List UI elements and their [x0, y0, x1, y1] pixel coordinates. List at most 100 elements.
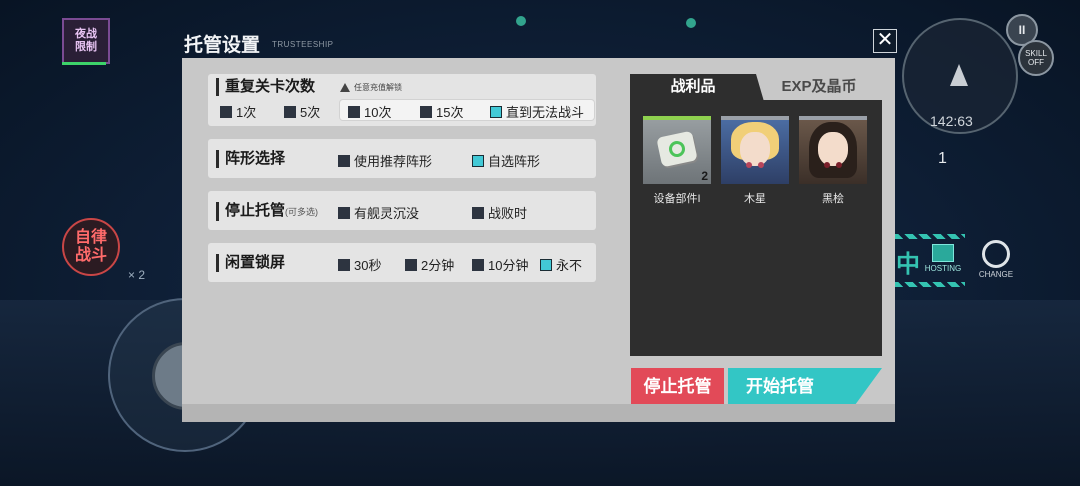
night-battle-badge[interactable]: 夜战 限制 — [62, 18, 110, 64]
change-button[interactable]: CHANGE — [976, 240, 1016, 279]
idle-option-30s[interactable]: 30秒 — [338, 255, 381, 274]
repeat-option-15[interactable]: 15次 — [420, 102, 463, 121]
repeat-option-1[interactable]: 1次 — [220, 102, 256, 121]
checkbox[interactable] — [405, 258, 417, 271]
trusteeship-panel: 重复关卡次数 任意充值解锁 1次 5次 10次 15次 直到无法战斗 阵形选择 … — [182, 58, 895, 422]
option-label: 使用推荐阵形 — [354, 154, 433, 169]
recharge-warning: 任意充值解锁 — [340, 82, 402, 93]
equipment-part-icon — [656, 130, 698, 168]
enemy-marker — [516, 16, 526, 26]
checkbox[interactable] — [472, 258, 484, 271]
hosting-label: HOSTING — [924, 264, 962, 273]
item-name: 木星 — [744, 193, 766, 205]
checkbox[interactable] — [220, 105, 232, 118]
checkbox[interactable] — [338, 206, 350, 219]
idle-option-2min[interactable]: 2分钟 — [405, 255, 454, 274]
idle-lock-section: 闲置锁屏 30秒 2分钟 10分钟 永不 — [208, 243, 596, 282]
repeat-option-until-fail[interactable]: 直到无法战斗 — [490, 102, 584, 121]
tab-loot[interactable]: 战利品 — [630, 74, 756, 100]
idle-lock-title: 闲置锁屏 — [216, 254, 285, 272]
kill-count: 1 — [938, 150, 947, 167]
refresh-icon — [982, 240, 1010, 268]
repeat-option-5[interactable]: 5次 — [284, 102, 320, 121]
checkbox[interactable] — [420, 105, 432, 118]
item-frame — [721, 116, 789, 184]
option-label: 有舰灵沉没 — [354, 206, 420, 221]
formation-title: 阵形选择 — [216, 150, 285, 168]
player-arrow-icon — [950, 64, 968, 86]
close-icon: ✕ — [876, 29, 894, 51]
battle-timer: 142:63 — [930, 113, 973, 129]
idle-option-10min[interactable]: 10分钟 — [472, 255, 528, 274]
skill-toggle-label: SKILL OFF — [1025, 49, 1047, 67]
checkbox[interactable] — [284, 105, 296, 118]
night-battle-label: 夜战 限制 — [75, 28, 97, 53]
repeat-option-10[interactable]: 10次 — [348, 102, 391, 121]
auto-battle-button[interactable]: 自律 战斗 — [62, 218, 120, 276]
option-label: 战败时 — [488, 206, 528, 221]
loot-item[interactable]: 2 设备部件I — [643, 116, 711, 206]
hud-stripe — [895, 282, 965, 287]
checkbox[interactable] — [540, 258, 552, 271]
hosting-status-text: 中 — [896, 251, 920, 278]
modal-title: 托管设置 — [184, 35, 261, 56]
multi-select-note: (可多选) — [285, 207, 319, 217]
option-label: 5次 — [300, 105, 321, 120]
character-face — [818, 132, 848, 168]
enemy-marker — [686, 18, 696, 28]
hud-stripe — [895, 234, 965, 239]
option-label: 永不 — [556, 258, 583, 273]
formation-section: 阵形选择 使用推荐阵形 自选阵形 — [208, 139, 596, 178]
stop-trusteeship-button[interactable]: 停止托管 — [631, 368, 724, 406]
option-label: 10次 — [364, 105, 392, 120]
panel-footer — [182, 404, 895, 422]
repeat-count-section: 重复关卡次数 任意充值解锁 1次 5次 10次 15次 直到无法战斗 — [208, 74, 596, 126]
stop-option-ship-sunk[interactable]: 有舰灵沉没 — [338, 203, 419, 222]
formation-option-custom[interactable]: 自选阵形 — [472, 151, 540, 170]
option-label: 直到无法战斗 — [506, 105, 585, 120]
loot-item[interactable]: 木星 — [721, 116, 789, 206]
option-label: 10分钟 — [488, 258, 529, 273]
rarity-bar — [721, 116, 789, 120]
item-count: 2 — [701, 169, 708, 183]
loot-item[interactable]: 黑桧 — [799, 116, 867, 206]
option-label: 30秒 — [354, 258, 382, 273]
idle-option-never[interactable]: 永不 — [540, 255, 582, 274]
loot-panel: 战利品 EXP及晶币 2 设备部件I 木星 黑桧 — [630, 74, 882, 356]
checkbox[interactable] — [338, 258, 350, 271]
option-label: 15次 — [436, 105, 464, 120]
item-name: 设备部件I — [653, 193, 701, 205]
change-label: CHANGE — [978, 270, 1014, 279]
pause-icon: II — [1018, 23, 1026, 37]
checkbox[interactable] — [490, 105, 502, 118]
repeat-count-title: 重复关卡次数 — [216, 78, 315, 96]
option-label: 1次 — [236, 105, 257, 120]
night-battle-bar — [62, 62, 106, 65]
checkbox[interactable] — [338, 154, 350, 167]
stop-condition-title-text: 停止托管 — [225, 202, 286, 219]
hosting-indicator[interactable]: HOSTING — [922, 244, 964, 276]
stop-condition-title: 停止托管(可多选) — [216, 202, 318, 221]
checkbox[interactable] — [472, 206, 484, 219]
skill-toggle-button[interactable]: SKILL OFF — [1018, 40, 1054, 76]
hosting-icon — [932, 244, 954, 262]
option-label: 2分钟 — [421, 258, 455, 273]
stop-option-defeat[interactable]: 战败时 — [472, 203, 527, 222]
recharge-warning-text: 任意充值解锁 — [354, 83, 402, 92]
start-trusteeship-button[interactable]: 开始托管 — [728, 368, 882, 406]
formation-option-recommended[interactable]: 使用推荐阵形 — [338, 151, 432, 170]
character-face — [740, 132, 770, 168]
checkbox[interactable] — [472, 154, 484, 167]
item-name: 黑桧 — [822, 193, 844, 205]
warning-icon — [340, 83, 350, 92]
modal-subtitle: TRUSTEESHIP — [272, 40, 334, 49]
rarity-bar — [643, 116, 711, 120]
speed-indicator: × 2 — [128, 268, 146, 282]
tab-exp-coins[interactable]: EXP及晶币 — [756, 74, 882, 100]
checkbox[interactable] — [348, 105, 360, 118]
item-frame — [799, 116, 867, 184]
auto-battle-label: 自律 战斗 — [74, 229, 107, 264]
close-button[interactable]: ✕ — [873, 29, 897, 53]
option-label: 自选阵形 — [488, 154, 541, 169]
stop-condition-section: 停止托管(可多选) 有舰灵沉没 战败时 — [208, 191, 596, 230]
